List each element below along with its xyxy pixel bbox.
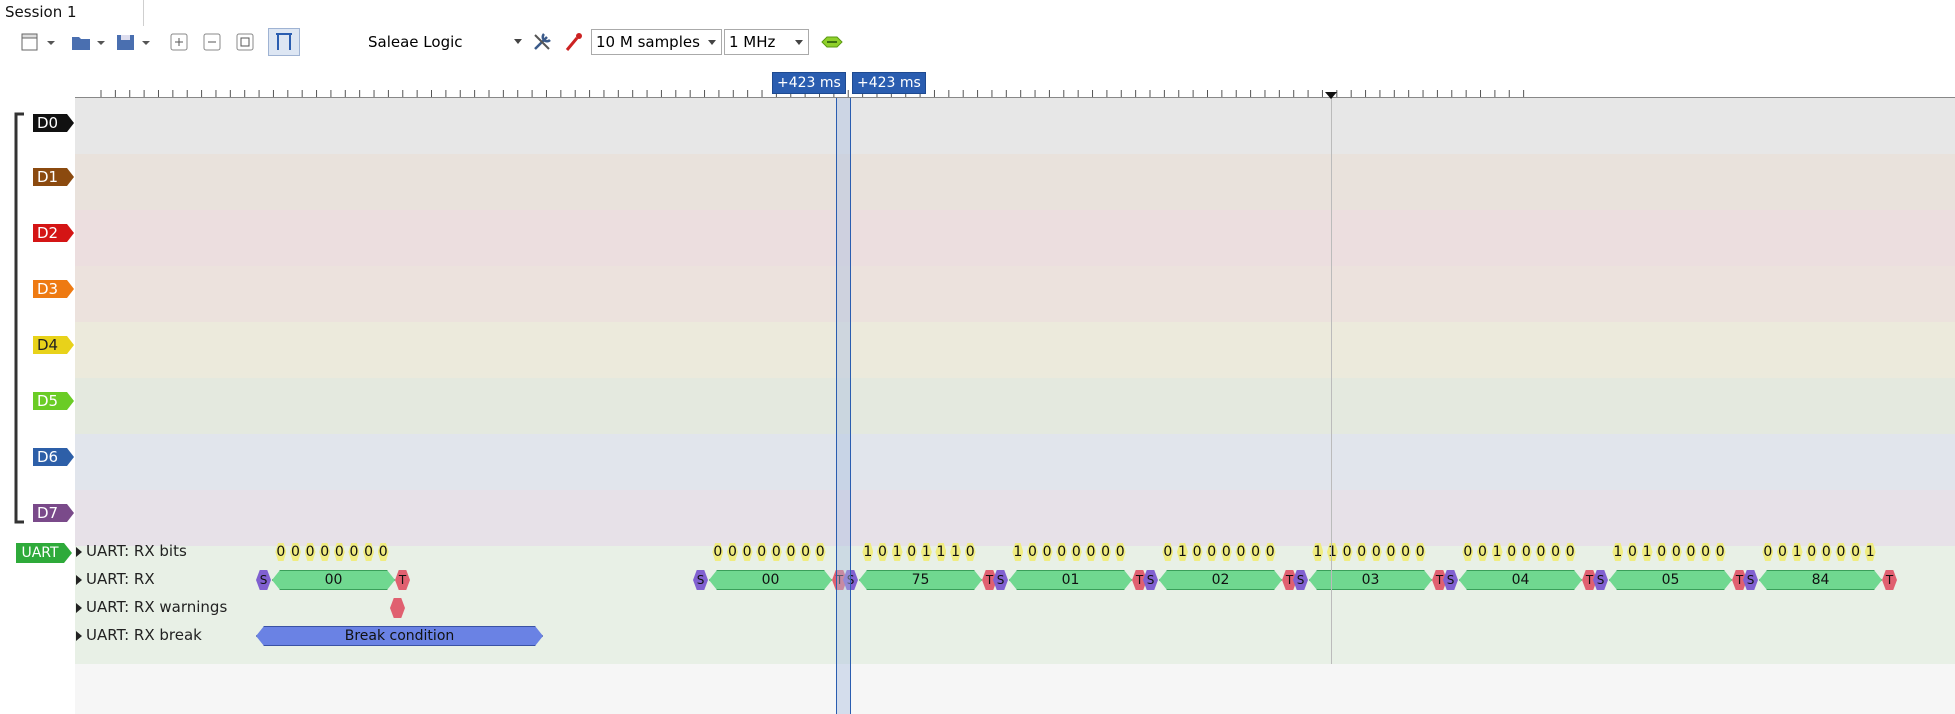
timing-marker-a[interactable]: +423 ms: [772, 72, 846, 94]
analyzer-row-label[interactable]: UART: RX break: [86, 626, 202, 644]
data-byte[interactable]: 75: [859, 570, 982, 590]
channel-lane-d2[interactable]: [75, 210, 1955, 266]
folder-icon: [72, 37, 105, 50]
zoom-in-icon: [170, 33, 188, 51]
settings-button[interactable]: [528, 28, 556, 56]
ruler-ticks: [75, 90, 1955, 98]
channel-tag-tip: [67, 114, 74, 132]
channel-label-d2[interactable]: D2: [33, 224, 67, 242]
channel-tag-tip: [67, 392, 74, 410]
uart-badge[interactable]: UART: [16, 543, 64, 563]
chevron-down-icon: [795, 40, 803, 45]
time-ruler[interactable]: +414 ms+416 ms+418 ms+420 ms+422 ms+424 …: [0, 60, 1955, 140]
samples-select-value: 10 M samples: [596, 33, 700, 51]
data-byte[interactable]: 02: [1159, 570, 1282, 590]
channel-label-d1[interactable]: D1: [33, 168, 67, 186]
cursor-mode-button[interactable]: [268, 28, 300, 56]
analyzer-row-label[interactable]: UART: RX bits: [86, 542, 187, 560]
rate-select-value: 1 MHz: [729, 33, 776, 51]
timing-marker-a-label: +423 ms: [777, 75, 841, 91]
trigger-marker-icon: [1325, 92, 1337, 99]
channel-tag-tip: [67, 224, 74, 242]
timing-cursor-range[interactable]: [836, 98, 851, 714]
analyzer-row-label[interactable]: UART: RX warnings: [86, 598, 227, 616]
title-bar: Session 1: [0, 0, 1955, 27]
channel-tag-tip: [67, 448, 74, 466]
chevron-down-icon: [708, 40, 716, 45]
samples-select[interactable]: 10 M samples: [591, 29, 722, 55]
channel-label-d4[interactable]: D4: [33, 336, 67, 354]
channel-lane-d0[interactable]: [75, 98, 1955, 154]
zoom-in-button[interactable]: [166, 28, 192, 56]
probe-icon: [565, 33, 582, 51]
channel-label-d0[interactable]: D0: [33, 114, 67, 132]
expand-row-icon[interactable]: [76, 547, 82, 557]
data-byte[interactable]: 84: [1759, 570, 1882, 590]
data-byte[interactable]: 03: [1309, 570, 1432, 590]
channel-lane-d7[interactable]: [75, 490, 1955, 546]
channel-tag-tip: [67, 336, 74, 354]
data-byte[interactable]: 00: [709, 570, 832, 590]
uart-badge-tip: [64, 543, 72, 563]
trigger-line: [1331, 98, 1332, 664]
zoom-out-button[interactable]: [199, 28, 225, 56]
start-icon: [821, 36, 843, 48]
data-byte[interactable]: 01: [1009, 570, 1132, 590]
channel-tag-tip: [67, 504, 74, 522]
cursor-icon: [276, 33, 292, 50]
channel-lane-d6[interactable]: [75, 434, 1955, 490]
empty-area: [75, 664, 1955, 714]
analyzer-area: [75, 546, 1955, 664]
channel-lane-d1[interactable]: [75, 154, 1955, 210]
channel-lane-d5[interactable]: [75, 378, 1955, 434]
tab-session[interactable]: Session 1: [0, 0, 144, 26]
chevron-down-icon: [514, 39, 522, 44]
channel-label-d6[interactable]: D6: [33, 448, 67, 466]
new-file-button[interactable]: [18, 28, 58, 56]
analyzer-row-label[interactable]: UART: RX: [86, 570, 155, 588]
channel-label-d7[interactable]: D7: [33, 504, 67, 522]
expand-row-icon[interactable]: [76, 603, 82, 613]
zoom-out-icon: [203, 33, 221, 51]
data-byte[interactable]: 00: [272, 570, 395, 590]
device-select[interactable]: Saleae Logic: [364, 29, 527, 55]
data-byte[interactable]: 04: [1459, 570, 1582, 590]
channel-tag-tip: [67, 280, 74, 298]
expand-row-icon[interactable]: [76, 631, 82, 641]
device-select-value: Saleae Logic: [368, 33, 463, 51]
channel-label-d5[interactable]: D5: [33, 392, 67, 410]
toolbar: Saleae Logic 10 M samples 1 MHz: [0, 26, 1955, 60]
export-button[interactable]: [113, 28, 153, 56]
expand-row-icon[interactable]: [76, 575, 82, 585]
rate-select[interactable]: 1 MHz: [724, 29, 809, 55]
data-byte[interactable]: 05: [1609, 570, 1732, 590]
tools-icon: [534, 33, 551, 50]
start-button[interactable]: [818, 28, 846, 56]
channel-tag-tip: [67, 168, 74, 186]
channel-lane-d3[interactable]: [75, 266, 1955, 322]
trigger-button[interactable]: [561, 28, 587, 56]
channel-lane-d4[interactable]: [75, 322, 1955, 378]
timing-marker-b-label: +423 ms: [857, 75, 921, 91]
zoom-fit-icon: [236, 33, 254, 51]
break-condition[interactable]: Break condition: [256, 626, 543, 646]
timing-marker-b[interactable]: +423 ms: [852, 72, 926, 94]
new-file-icon: [21, 33, 55, 51]
open-button[interactable]: [68, 28, 108, 56]
channel-label-d3[interactable]: D3: [33, 280, 67, 298]
save-icon: [117, 35, 150, 50]
tab-session-label: Session 1: [5, 3, 77, 21]
zoom-fit-button[interactable]: [232, 28, 258, 56]
